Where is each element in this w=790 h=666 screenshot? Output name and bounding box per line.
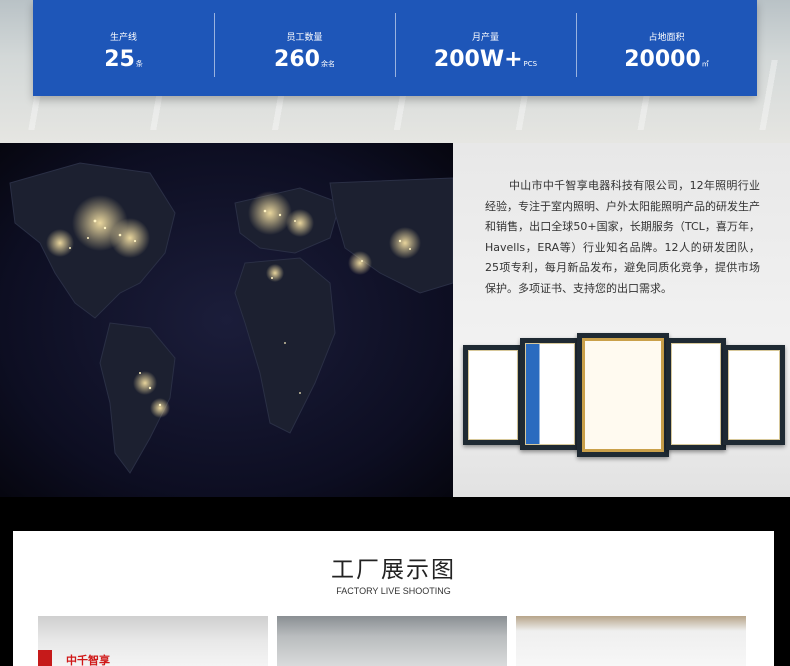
stat-unit: 条 xyxy=(135,59,143,68)
stats-background: 生产线 25条 员工数量 260余名 月产量 200W+PCS 占地面积 200… xyxy=(0,0,790,143)
factory-section: 工厂展示图 FACTORY LIVE SHOOTING 中千智享 xyxy=(0,497,790,666)
stat-value: 260余名 xyxy=(274,46,335,72)
stat-value: 25条 xyxy=(104,46,143,72)
stat-floor-area: 占地面积 20000㎡ xyxy=(576,0,757,96)
stat-unit: PCS xyxy=(523,59,538,68)
world-night-map-image xyxy=(0,143,453,497)
factory-card: 工厂展示图 FACTORY LIVE SHOOTING 中千智享 xyxy=(13,531,774,666)
factory-title: 工厂展示图 xyxy=(331,557,456,583)
company-info-panel: 中山市中千智享电器科技有限公司，12年照明行业经验，专注于室内照明、户外太阳能照… xyxy=(453,143,790,497)
stat-unit: ㎡ xyxy=(701,59,709,68)
certificates-group xyxy=(463,333,785,461)
page: 生产线 25条 员工数量 260余名 月产量 200W+PCS 占地面积 200… xyxy=(0,0,790,666)
stats-bar: 生产线 25条 员工数量 260余名 月产量 200W+PCS 占地面积 200… xyxy=(33,0,757,96)
factory-photo-showroom xyxy=(516,616,746,666)
factory-subtitle: FACTORY LIVE SHOOTING xyxy=(336,586,451,596)
certificate-frame xyxy=(463,345,523,445)
ce-certificate-frame xyxy=(666,338,726,450)
stat-label: 员工数量 xyxy=(286,32,323,43)
factory-photo-reception: 中千智享 xyxy=(38,616,268,666)
red-wall-element xyxy=(38,650,52,666)
world-map-graphic xyxy=(9,162,453,474)
stat-monthly-output: 月产量 200W+PCS xyxy=(395,0,576,96)
stat-production-lines: 生产线 25条 xyxy=(33,0,214,96)
company-description: 中山市中千智享电器科技有限公司，12年照明行业经验，专注于室内照明、户外太阳能照… xyxy=(485,179,760,295)
company-section: 中山市中千智享电器科技有限公司，12年照明行业经验，专注于室内照明、户外太阳能照… xyxy=(0,143,790,497)
certificate-frame xyxy=(723,345,785,445)
stat-value: 200W+PCS xyxy=(433,46,538,72)
stat-label: 月产量 xyxy=(471,32,499,43)
factory-photo-workshop xyxy=(277,616,507,666)
stat-label: 占地面积 xyxy=(648,32,685,43)
stat-value: 20000㎡ xyxy=(624,46,709,72)
stat-unit: 余名 xyxy=(320,59,335,68)
stat-label: 生产线 xyxy=(109,32,137,43)
company-logo-text: 中千智享 xyxy=(66,654,110,666)
iso-certificate-frame xyxy=(520,338,580,450)
stat-employees: 员工数量 260余名 xyxy=(214,0,395,96)
honor-certificate-frame xyxy=(577,333,669,457)
